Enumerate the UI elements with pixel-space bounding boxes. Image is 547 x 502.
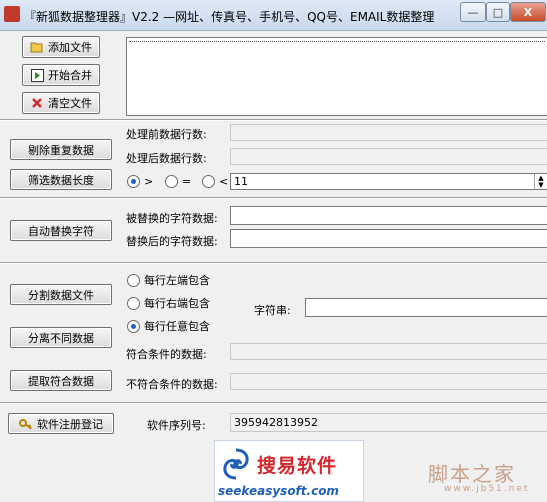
matching-label: 符合条件的数据: xyxy=(126,348,207,361)
non-matching-field xyxy=(230,373,547,390)
non-matching-label: 不符合条件的数据: xyxy=(126,378,218,391)
radio-equal-indicator xyxy=(165,175,178,188)
length-spinner[interactable]: 11 ▲ ▼ xyxy=(230,173,547,190)
radio-right-indicator xyxy=(127,296,140,310)
radio-left-indicator xyxy=(127,273,140,287)
key-icon xyxy=(19,417,33,431)
logo-text: 搜易软件 xyxy=(257,455,338,477)
after-count-label: 处理后数据行数: xyxy=(126,152,207,165)
extract-button[interactable]: 提取符合数据 xyxy=(10,370,112,391)
replaced-data-label: 被替换的字符数据: xyxy=(126,212,218,225)
watermark-url: www.jb51.net xyxy=(444,484,530,494)
before-count-label: 处理前数据行数: xyxy=(126,128,207,141)
watermark-text: 脚本之家 xyxy=(428,462,516,486)
window-title: 『新狐数据整理器』V2.2 —网址、传真号、手机号、QQ号、EMAIL数据整理 xyxy=(24,10,435,24)
folder-open-icon xyxy=(30,40,44,54)
radio-right-contains[interactable]: 每行右端包含 xyxy=(127,295,210,311)
replaced-data-input[interactable] xyxy=(230,206,547,225)
radio-greater[interactable]: > xyxy=(127,175,153,188)
serial-label: 软件序列号: xyxy=(147,419,206,432)
radio-any-indicator xyxy=(127,319,140,333)
spinner-arrows[interactable]: ▲ ▼ xyxy=(534,174,547,189)
auto-replace-button[interactable]: 自动替换字符 xyxy=(10,220,112,241)
dedupe-button[interactable]: 剔除重复数据 xyxy=(10,139,112,160)
seekeasy-logo: 搜易软件 seekeasysoft.com xyxy=(214,440,364,502)
file-list[interactable] xyxy=(126,37,547,116)
string-input[interactable] xyxy=(305,298,547,317)
logo-url: seekeasysoft.com xyxy=(218,484,339,498)
clear-file-button[interactable]: 清空文件 xyxy=(22,92,100,114)
register-button[interactable]: 软件注册登记 xyxy=(8,413,114,434)
play-icon xyxy=(30,68,44,82)
delete-x-icon xyxy=(30,96,44,110)
serial-field: 395942813952 xyxy=(230,413,547,432)
radio-less-indicator xyxy=(202,175,215,188)
app-icon xyxy=(4,6,20,22)
radio-less[interactable]: < xyxy=(202,175,228,188)
after-count-field xyxy=(230,148,547,165)
matching-field xyxy=(230,343,547,360)
logo-swirl-icon xyxy=(223,448,249,480)
divider xyxy=(0,119,547,121)
add-file-button[interactable]: 添加文件 xyxy=(22,36,100,58)
minimize-button[interactable]: — xyxy=(460,2,486,22)
replacement-data-label: 替换后的字符数据: xyxy=(126,235,218,248)
divider xyxy=(0,262,547,264)
merge-button[interactable]: 开始合并 xyxy=(22,64,100,86)
replacement-data-input[interactable] xyxy=(230,229,547,248)
radio-left-contains[interactable]: 每行左端包含 xyxy=(127,272,210,288)
separate-button[interactable]: 分离不同数据 xyxy=(10,327,112,348)
close-button[interactable]: X xyxy=(510,2,546,22)
split-file-button[interactable]: 分割数据文件 xyxy=(10,284,112,305)
before-count-field xyxy=(230,124,547,141)
radio-greater-indicator xyxy=(127,175,140,188)
string-label: 字符串: xyxy=(254,304,291,317)
maximize-button[interactable]: □ xyxy=(486,2,510,22)
divider xyxy=(0,402,547,404)
radio-equal[interactable]: = xyxy=(165,175,191,188)
radio-any-contains[interactable]: 每行任意包含 xyxy=(127,318,210,334)
filter-length-button[interactable]: 筛选数据长度 xyxy=(10,169,112,190)
divider xyxy=(0,197,547,199)
